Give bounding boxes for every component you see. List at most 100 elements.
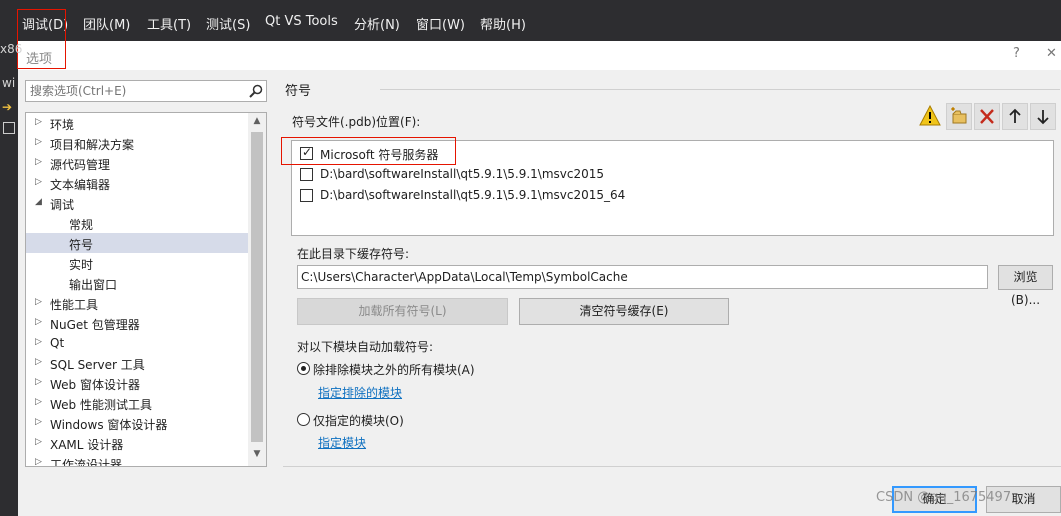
- divider: [380, 89, 1060, 90]
- tree-item-qt[interactable]: ▷ Qt: [26, 333, 248, 353]
- specify-modules-link[interactable]: 指定模块: [318, 434, 366, 451]
- ide-left-strip: wi ➔: [0, 44, 18, 516]
- tree-item-label: XAML 设计器: [50, 438, 124, 452]
- new-location-button[interactable]: [946, 103, 972, 130]
- expand-arrow-icon[interactable]: ▷: [35, 357, 45, 369]
- tree-item-xaml-designer[interactable]: ▷ XAML 设计器: [26, 433, 248, 453]
- menu-team[interactable]: 团队(M): [83, 14, 130, 33]
- expand-arrow-icon[interactable]: ▷: [35, 457, 45, 466]
- tree-item-label: SQL Server 工具: [50, 358, 145, 372]
- expand-arrow-icon[interactable]: ▷: [35, 117, 45, 129]
- menu-help[interactable]: 帮助(H): [480, 14, 526, 33]
- tree-item-workflow-designer[interactable]: ▷ 工作流设计器: [26, 453, 248, 466]
- tree-item-label: NuGet 包管理器: [50, 318, 140, 332]
- scroll-down-icon[interactable]: ▼: [251, 449, 263, 463]
- tree-item-projects[interactable]: ▷ 项目和解决方案: [26, 133, 248, 153]
- pdb-location-label: D:\bard\softwareInstall\qt5.9.1\5.9.1\ms…: [320, 167, 605, 181]
- expand-arrow-icon[interactable]: ▷: [35, 417, 45, 429]
- tree-item-debugging[interactable]: ◢ 调试: [26, 193, 248, 213]
- tree-item-nuget[interactable]: ▷ NuGet 包管理器: [26, 313, 248, 333]
- pdb-locations-label: 符号文件(.pdb)位置(F):: [292, 115, 421, 129]
- tree-item-just-in-time[interactable]: 实时: [26, 253, 248, 273]
- expand-arrow-icon[interactable]: ▷: [35, 297, 45, 309]
- help-icon[interactable]: ?: [1013, 46, 1020, 61]
- radio-all-modules[interactable]: [297, 362, 310, 375]
- search-input[interactable]: [30, 83, 242, 99]
- tree-item-output-window[interactable]: 输出窗口: [26, 273, 248, 293]
- tree-item-label: 源代码管理: [50, 158, 111, 172]
- tree-item-windows-forms-designer[interactable]: ▷ Windows 窗体设计器: [26, 413, 248, 433]
- expand-arrow-icon[interactable]: ▷: [35, 157, 45, 169]
- tree-item-web-perf-test-tools[interactable]: ▷ Web 性能测试工具: [26, 393, 248, 413]
- tree-scrollbar[interactable]: ▲ ▼: [248, 113, 266, 466]
- tree-item-symbols[interactable]: 符号: [26, 233, 248, 253]
- tree-item-general[interactable]: 常规: [26, 213, 248, 233]
- menu-tools[interactable]: 工具(T): [147, 14, 191, 33]
- menu-analyze[interactable]: 分析(N): [354, 14, 400, 33]
- expand-arrow-icon[interactable]: ▷: [35, 317, 45, 329]
- close-icon[interactable]: ✕: [1046, 46, 1057, 61]
- divider: [283, 466, 1061, 467]
- search-box: [25, 80, 267, 102]
- tree-item-label: Qt: [50, 336, 65, 350]
- pdb-location-label: D:\bard\softwareInstall\qt5.9.1\5.9.1\ms…: [320, 188, 626, 202]
- options-tree: ▷ 环境 ▷ 项目和解决方案 ▷ 源代码管理 ▷ 文本编辑器 ◢ 调试 常规 符…: [25, 112, 267, 467]
- expand-arrow-icon[interactable]: ▷: [35, 397, 45, 409]
- specify-excluded-modules-link[interactable]: 指定排除的模块: [318, 384, 402, 401]
- clear-symbol-cache-button[interactable]: 清空符号缓存(E): [519, 298, 729, 325]
- expand-arrow-icon[interactable]: ▷: [35, 177, 45, 189]
- options-dialog: 选项 ? ✕ ▷ 环境 ▷ 项目和解决方案 ▷ 源代码管理 ▷ 文本编辑器 ◢: [18, 41, 1061, 516]
- menu-test[interactable]: 测试(S): [206, 14, 250, 33]
- debug-target-icon: [3, 122, 15, 134]
- tree-item-label: 项目和解决方案: [50, 138, 135, 152]
- browse-button[interactable]: 浏览(B)...: [998, 265, 1053, 307]
- load-all-symbols-button[interactable]: 加载所有符号(L): [297, 298, 508, 325]
- tree-item-web-forms-designer[interactable]: ▷ Web 窗体设计器: [26, 373, 248, 393]
- cache-directory-field: [297, 265, 988, 289]
- tree-item-sql-server-tools[interactable]: ▷ SQL Server 工具: [26, 353, 248, 373]
- move-up-button[interactable]: [1002, 103, 1028, 130]
- collapse-arrow-icon[interactable]: ◢: [35, 197, 45, 209]
- new-folder-icon: [951, 107, 967, 124]
- arrow-right-icon: ➔: [2, 100, 13, 114]
- tree-item-label: Web 性能测试工具: [50, 398, 152, 412]
- tree-item-label: 性能工具: [50, 298, 99, 312]
- delete-icon: [980, 109, 994, 124]
- expand-arrow-icon[interactable]: ▷: [35, 377, 45, 389]
- tree-item-label: Windows 窗体设计器: [50, 418, 168, 432]
- move-down-icon: [1037, 110, 1049, 125]
- scroll-up-icon[interactable]: ▲: [251, 116, 263, 130]
- page-title: 符号: [285, 84, 312, 99]
- menu-qt-vs-tools[interactable]: Qt VS Tools: [265, 14, 338, 29]
- checkbox[interactable]: [300, 168, 313, 181]
- menubar: 调试(D) 团队(M) 工具(T) 测试(S) Qt VS Tools 分析(N…: [0, 0, 1061, 44]
- annotation-highlight-box: [17, 9, 66, 69]
- expand-arrow-icon[interactable]: ▷: [35, 137, 45, 149]
- checkbox[interactable]: [300, 189, 313, 202]
- expand-arrow-icon[interactable]: ▷: [35, 437, 45, 449]
- tree-item-label: 环境: [50, 118, 75, 132]
- auto-load-label: 对以下模块自动加载符号:: [297, 340, 434, 354]
- radio-selected-dot: [301, 366, 306, 371]
- ide-strip-text-1: wi: [2, 76, 16, 90]
- search-icon[interactable]: [248, 83, 264, 99]
- tree-item-source-control[interactable]: ▷ 源代码管理: [26, 153, 248, 173]
- dialog-titlebar: 选项 ? ✕: [18, 41, 1061, 70]
- expand-arrow-icon[interactable]: ▷: [35, 337, 45, 349]
- watermark: CSDN @qq_1675497: [876, 490, 1012, 505]
- radio-all-modules-label[interactable]: 除排除模块之外的所有模块(A): [313, 361, 475, 378]
- tree-item-label: 输出窗口: [69, 278, 118, 292]
- menu-window[interactable]: 窗口(W): [416, 14, 465, 33]
- tree-item-label: 实时: [69, 258, 94, 272]
- tree-item-text-editor[interactable]: ▷ 文本编辑器: [26, 173, 248, 193]
- move-down-button[interactable]: [1030, 103, 1056, 130]
- delete-location-button[interactable]: [974, 103, 1000, 130]
- tree-item-label: 文本编辑器: [50, 178, 111, 192]
- radio-only-specified-label[interactable]: 仅指定的模块(O): [313, 412, 404, 429]
- radio-only-specified[interactable]: [297, 413, 310, 426]
- scrollbar-thumb[interactable]: [251, 132, 263, 442]
- tree-item-environment[interactable]: ▷ 环境: [26, 113, 248, 133]
- tree-item-performance-tools[interactable]: ▷ 性能工具: [26, 293, 248, 313]
- cache-directory-input[interactable]: [301, 269, 981, 285]
- tree-item-label: 符号: [69, 238, 94, 252]
